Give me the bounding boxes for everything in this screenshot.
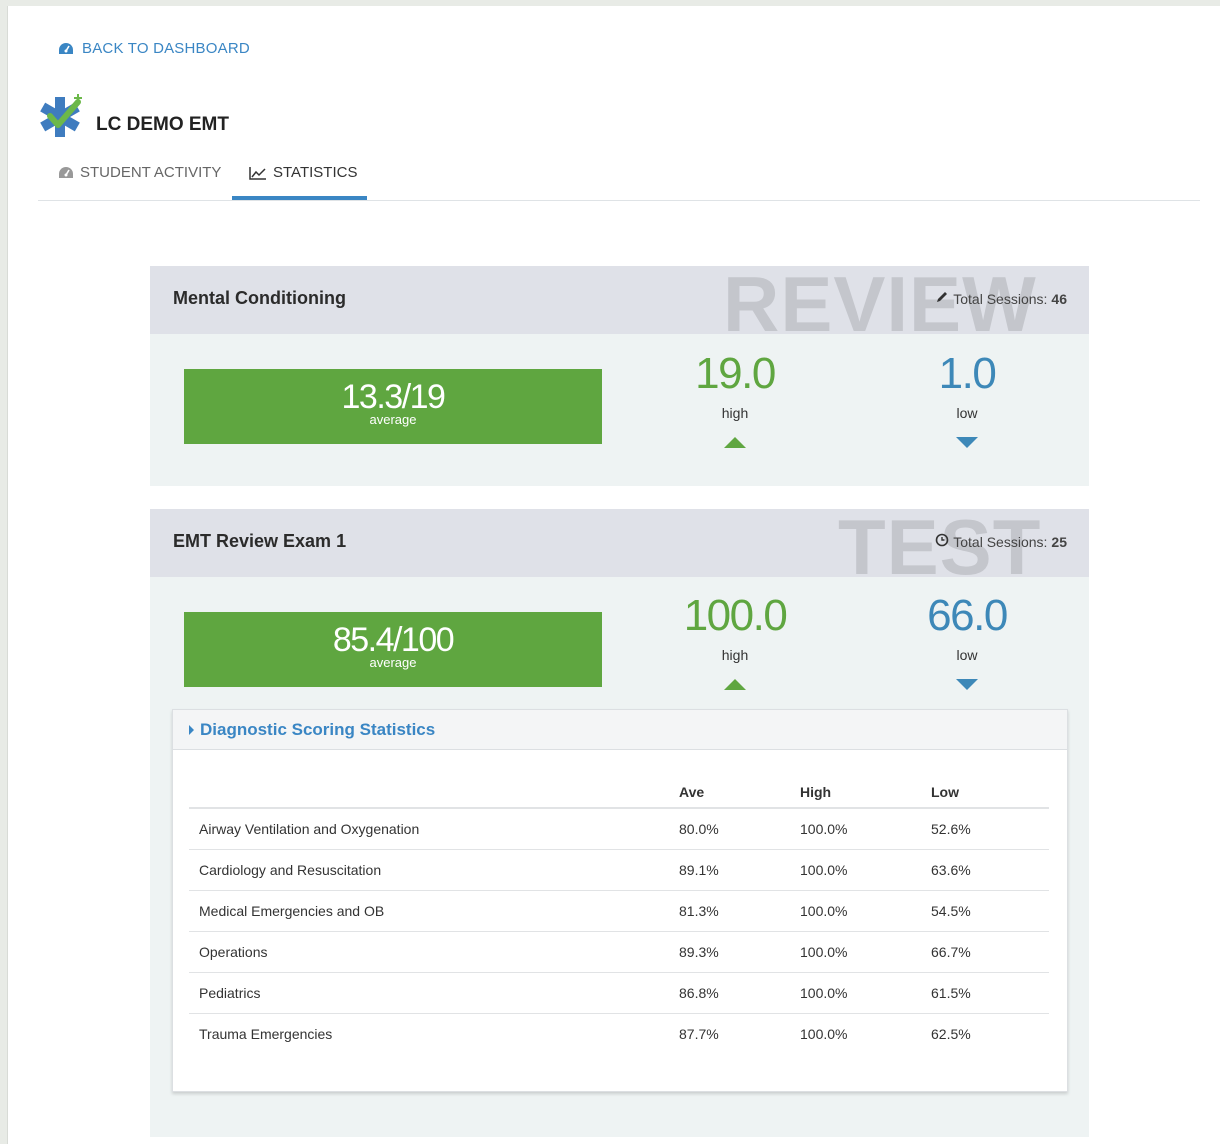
average-value: 85.4/100 — [332, 621, 455, 659]
back-to-dashboard-link[interactable]: BACK TO DASHBOARD — [58, 40, 250, 57]
low-cell: 62.5% — [931, 1025, 971, 1042]
caret-right-icon — [189, 724, 194, 735]
high-cell: 100.0% — [800, 1025, 848, 1042]
tab-statistics[interactable]: STATISTICS — [249, 160, 357, 201]
clock-icon — [935, 533, 949, 550]
total-sessions-count: 46 — [1051, 290, 1067, 307]
star-of-life-check-logo-icon — [38, 94, 86, 145]
stat-card-emt-review-exam: TEST EMT Review Exam 1 Total Sessions: 2… — [150, 509, 1089, 1137]
ave-cell: 80.0% — [679, 808, 800, 850]
low-score: 66.0 low — [867, 591, 1067, 690]
high-cell: 100.0% — [800, 849, 931, 891]
high-value: 19.0 — [695, 349, 776, 398]
ave-cell: 89.3% — [679, 931, 800, 973]
column-header-low: Low — [931, 776, 1049, 809]
low-cell: 63.6% — [931, 849, 1049, 891]
dashboard-gauge-icon — [58, 164, 74, 184]
category-cell: Operations — [189, 931, 679, 973]
active-tab-indicator — [232, 196, 367, 200]
total-sessions: Total Sessions: 46 — [935, 290, 1067, 307]
card-title: EMT Review Exam 1 — [173, 531, 347, 551]
column-header-category — [189, 776, 679, 809]
high-label: high — [721, 647, 749, 663]
tab-statistics-label: STATISTICS — [273, 164, 358, 181]
category-cell: Airway Ventilation and Oxygenation — [189, 808, 679, 850]
tab-bar: STUDENT ACTIVITY STATISTICS — [38, 156, 1200, 201]
category-cell: Trauma Emergencies — [199, 1025, 333, 1042]
diagnostic-scoring-toggle[interactable]: Diagnostic Scoring Statistics — [173, 710, 1067, 750]
average-score-box[interactable]: 13.3/19 average — [184, 369, 602, 444]
tab-student-activity[interactable]: STUDENT ACTIVITY — [58, 160, 221, 201]
category-cell: Medical Emergencies and OB — [189, 890, 679, 932]
ave-cell: 87.7% — [679, 1025, 719, 1042]
low-label: low — [956, 405, 978, 421]
average-label: average — [369, 412, 417, 427]
page: BACK TO DASHBOARD LC DEMO EMT STUDENT AC… — [7, 6, 1220, 1144]
page-title: LC DEMO EMT — [96, 113, 229, 135]
total-sessions: Total Sessions: 25 — [935, 533, 1067, 550]
high-cell: 100.0% — [800, 808, 931, 850]
dashboard-gauge-icon — [58, 42, 74, 56]
low-score: 1.0 low — [867, 349, 1067, 448]
ave-cell: 86.8% — [679, 972, 800, 1014]
high-value: 100.0 — [683, 591, 788, 640]
table-row: Airway Ventilation and Oxygenation 80.0%… — [189, 808, 1049, 850]
low-label: low — [956, 647, 978, 663]
low-cell: 52.6% — [931, 808, 1049, 850]
low-cell: 61.5% — [931, 972, 1049, 1014]
low-cell: 54.5% — [931, 890, 1049, 932]
brand: LC DEMO EMT — [38, 94, 229, 145]
high-cell: 100.0% — [800, 972, 931, 1014]
diagnostic-table: Ave High Low Airway Ventilation and Oxyg… — [189, 776, 1049, 1054]
triangle-up-icon — [724, 437, 746, 448]
total-sessions-label: Total Sessions: — [953, 290, 1048, 307]
column-header-ave: Ave — [679, 776, 800, 809]
diagnostic-scoring-title: Diagnostic Scoring Statistics — [200, 719, 436, 739]
table-row: Operations 89.3% 100.0% 66.7% — [189, 931, 1049, 973]
high-score: 100.0 high — [635, 591, 835, 690]
table-row: Pediatrics 86.8% 100.0% 61.5% — [189, 972, 1049, 1014]
category-cell: Pediatrics — [189, 972, 679, 1014]
pencil-icon — [935, 290, 949, 307]
triangle-down-icon — [956, 679, 978, 690]
low-cell: 66.7% — [931, 931, 1049, 973]
average-label: average — [369, 655, 417, 670]
high-cell: 100.0% — [800, 931, 931, 973]
card-header: TEST EMT Review Exam 1 Total Sessions: 2… — [150, 509, 1089, 577]
table-header-row: Ave High Low — [189, 776, 1049, 809]
ave-cell: 89.1% — [679, 849, 800, 891]
high-label: high — [721, 405, 749, 421]
average-score-box[interactable]: 85.4/100 average — [184, 612, 602, 687]
average-value: 13.3/19 — [341, 378, 446, 416]
high-score: 19.0 high — [635, 349, 835, 448]
line-chart-icon — [249, 164, 267, 184]
diagnostic-scoring-panel: Diagnostic Scoring Statistics Ave High L… — [172, 709, 1068, 1092]
tab-student-activity-label: STUDENT ACTIVITY — [80, 164, 222, 181]
table-row: Cardiology and Resuscitation 89.1% 100.0… — [189, 849, 1049, 891]
card-header: REVIEW Mental Conditioning Total Session… — [150, 266, 1089, 334]
table-row: Medical Emergencies and OB 81.3% 100.0% … — [189, 890, 1049, 932]
ave-cell: 81.3% — [679, 890, 800, 932]
card-title: Mental Conditioning — [173, 288, 346, 308]
column-header-high: High — [800, 776, 931, 809]
high-cell: 100.0% — [800, 890, 931, 932]
stat-card-mental-conditioning: REVIEW Mental Conditioning Total Session… — [150, 266, 1089, 486]
total-sessions-label: Total Sessions: — [953, 533, 1048, 550]
triangle-down-icon — [956, 437, 978, 448]
triangle-up-icon — [724, 679, 746, 690]
total-sessions-count: 25 — [1051, 533, 1067, 550]
back-link-label: BACK TO DASHBOARD — [82, 40, 250, 57]
category-cell: Cardiology and Resuscitation — [189, 849, 679, 891]
table-row: Trauma Emergencies 87.7% 100.0% 62.5% — [189, 1013, 1049, 1054]
low-value: 66.0 — [927, 591, 1008, 640]
low-value: 1.0 — [938, 349, 997, 398]
